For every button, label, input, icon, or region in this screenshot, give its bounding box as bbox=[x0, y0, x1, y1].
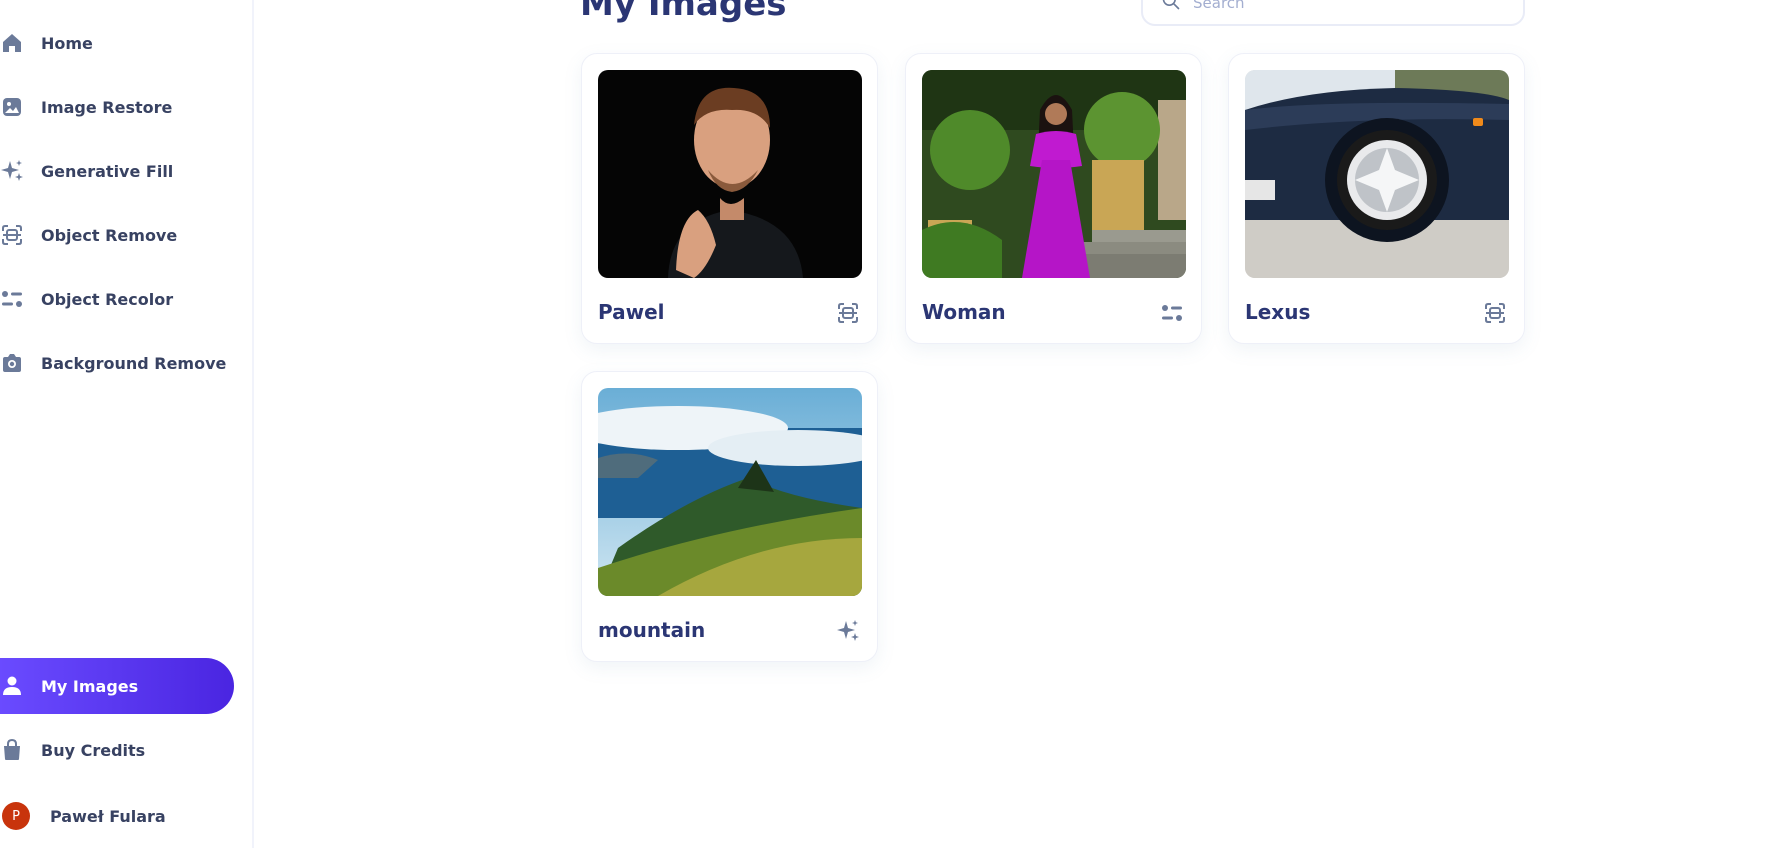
user-profile[interactable]: P Paweł Fulara bbox=[0, 802, 166, 830]
camera-icon bbox=[0, 349, 26, 377]
sidebar-item-label: My Images bbox=[41, 676, 139, 696]
sidebar-item-label: Object Recolor bbox=[41, 289, 174, 309]
image-card[interactable]: mountain bbox=[581, 371, 878, 662]
image-name: Woman bbox=[922, 300, 1006, 324]
search-input[interactable] bbox=[1193, 0, 1493, 12]
sidebar-item-label: Object Remove bbox=[41, 225, 178, 245]
sidebar-item-buy-credits[interactable]: Buy Credits bbox=[0, 730, 234, 770]
sliders-icon bbox=[0, 285, 26, 313]
image-card[interactable]: Woman bbox=[905, 53, 1202, 344]
image-thumbnail[interactable] bbox=[598, 70, 862, 278]
sidebar-item-home[interactable]: Home bbox=[0, 23, 234, 63]
sidebar-item-object-recolor[interactable]: Object Recolor bbox=[0, 279, 234, 319]
image-name: Lexus bbox=[1245, 300, 1311, 324]
sidebar-item-label: Buy Credits bbox=[41, 740, 146, 760]
scan-object-icon[interactable] bbox=[835, 300, 861, 326]
sliders-icon[interactable] bbox=[1159, 300, 1185, 326]
image-card[interactable]: Pawel bbox=[581, 53, 878, 344]
sidebar: Home Image Restore Generative Fill Objec… bbox=[0, 0, 254, 848]
sidebar-item-generative-fill[interactable]: Generative Fill bbox=[0, 151, 234, 191]
search-icon bbox=[1161, 0, 1181, 15]
sparkles-icon[interactable] bbox=[835, 618, 861, 644]
sidebar-item-label: Home bbox=[41, 33, 93, 53]
sidebar-item-my-images[interactable]: My Images bbox=[0, 658, 234, 714]
scan-object-icon[interactable] bbox=[1482, 300, 1508, 326]
bag-icon bbox=[0, 736, 26, 764]
image-thumbnail[interactable] bbox=[922, 70, 1186, 278]
user-name: Paweł Fulara bbox=[50, 806, 166, 826]
sidebar-item-image-restore[interactable]: Image Restore bbox=[0, 87, 234, 127]
search-box[interactable] bbox=[1141, 0, 1525, 26]
home-icon bbox=[0, 29, 26, 57]
scan-object-icon bbox=[0, 221, 26, 249]
sidebar-item-label: Generative Fill bbox=[41, 161, 174, 181]
sidebar-item-label: Image Restore bbox=[41, 97, 173, 117]
image-icon bbox=[0, 93, 26, 121]
sidebar-item-object-remove[interactable]: Object Remove bbox=[0, 215, 234, 255]
image-name: Pawel bbox=[598, 300, 665, 324]
image-card[interactable]: Lexus bbox=[1228, 53, 1525, 344]
image-thumbnail[interactable] bbox=[598, 388, 862, 596]
page-title: My Images bbox=[580, 0, 787, 24]
image-name: mountain bbox=[598, 618, 706, 642]
user-icon bbox=[0, 672, 26, 700]
avatar: P bbox=[2, 802, 30, 830]
sidebar-item-background-remove[interactable]: Background Remove bbox=[0, 343, 234, 383]
sidebar-item-label: Background Remove bbox=[41, 353, 227, 373]
image-thumbnail[interactable] bbox=[1245, 70, 1509, 278]
sparkles-icon bbox=[0, 157, 26, 185]
